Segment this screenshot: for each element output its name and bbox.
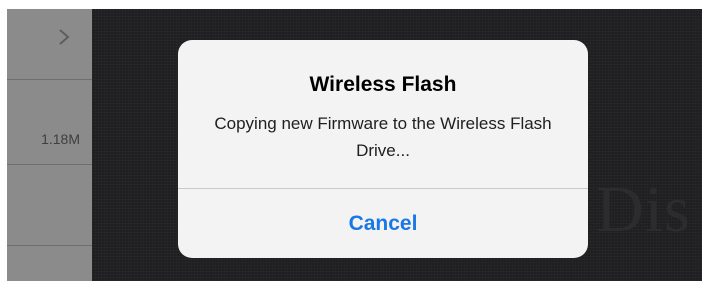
file-size-label: 1.18M xyxy=(41,131,80,147)
alert-dialog: Wireless Flash Copying new Firmware to t… xyxy=(178,40,588,258)
list-divider xyxy=(7,245,92,246)
list-item[interactable] xyxy=(7,80,92,164)
screen: 1.18M Dis Wireless Flash Copying new Fir… xyxy=(0,0,702,291)
background-logo-text: Dis xyxy=(596,173,691,246)
side-file-list: 1.18M xyxy=(7,9,92,281)
list-item[interactable] xyxy=(7,165,92,245)
cancel-button[interactable]: Cancel xyxy=(178,189,588,258)
chevron-right-icon xyxy=(59,29,70,45)
list-item[interactable] xyxy=(7,9,92,79)
alert-title: Wireless Flash xyxy=(309,73,457,96)
alert-message: Copying new Firmware to the Wireless Fla… xyxy=(214,114,552,160)
